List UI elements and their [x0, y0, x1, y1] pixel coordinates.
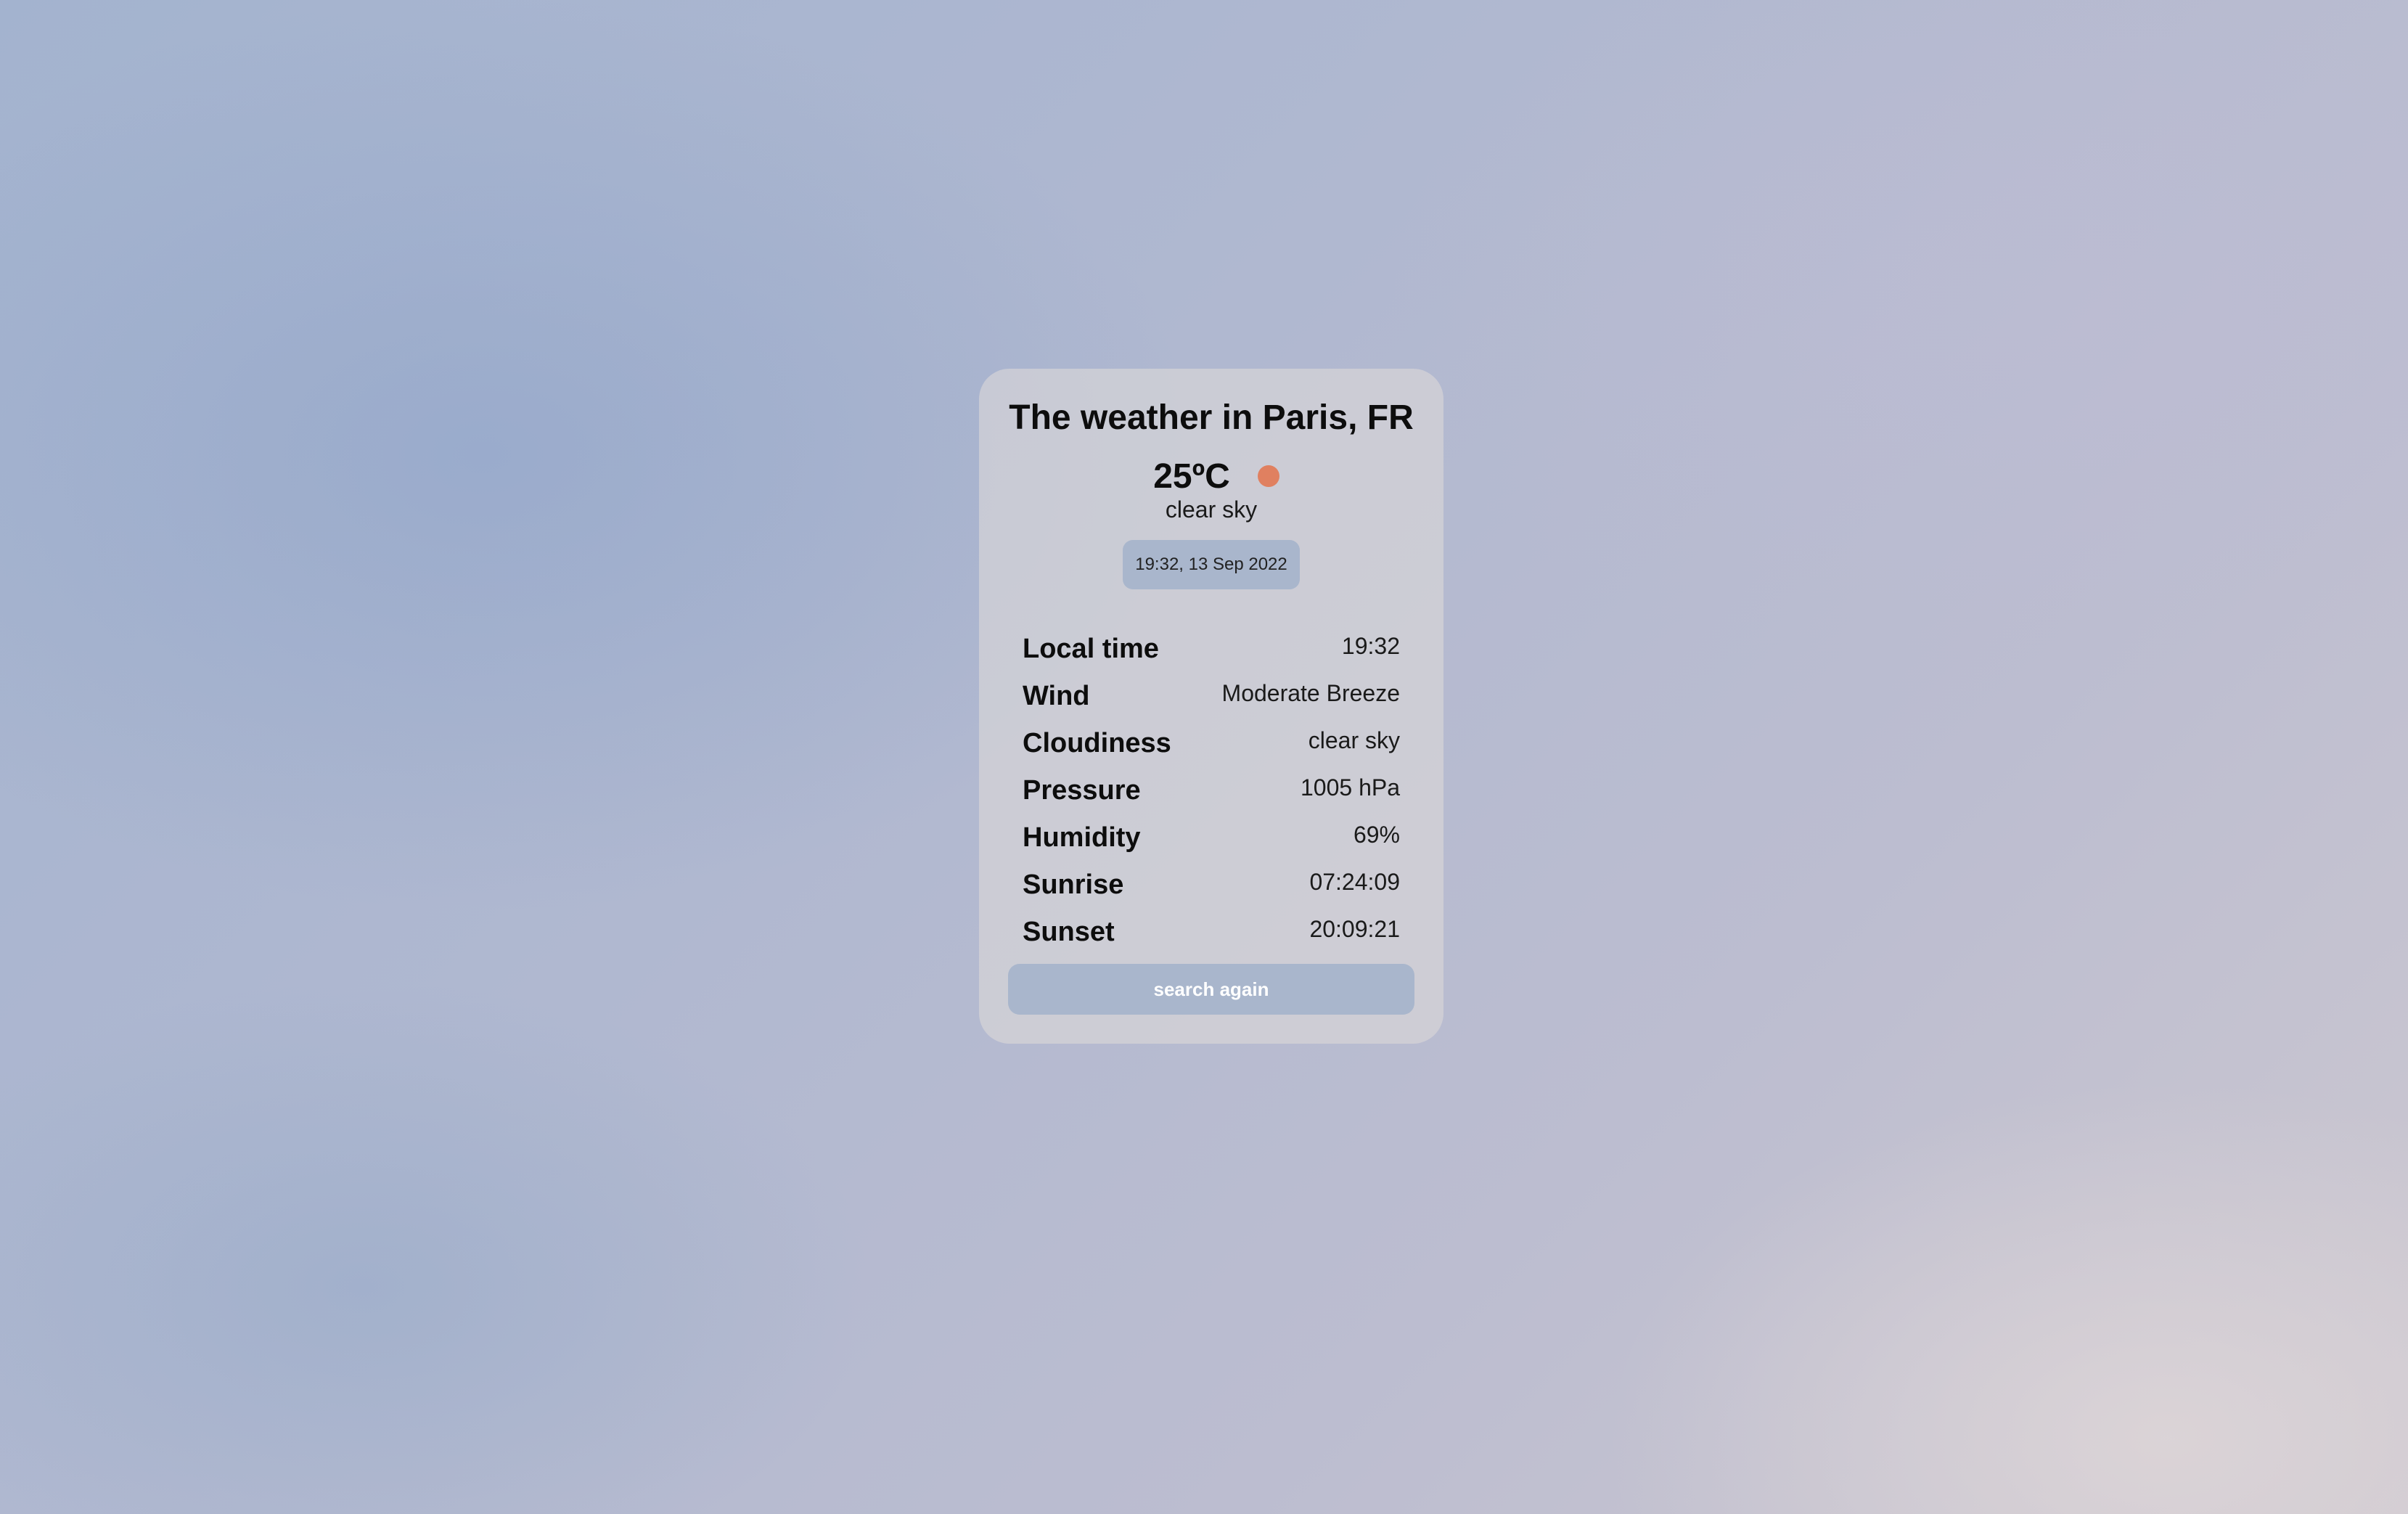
detail-label: Sunrise: [1023, 869, 1124, 900]
detail-value: 1005 hPa: [1300, 774, 1400, 801]
detail-label: Humidity: [1023, 822, 1141, 853]
temperature-value: 25ºC: [1153, 457, 1230, 496]
detail-value: 19:32: [1341, 633, 1400, 659]
detail-row-sunrise: Sunrise 07:24:09: [1023, 862, 1400, 909]
detail-value: 07:24:09: [1309, 869, 1400, 895]
detail-row-cloudiness: Cloudiness clear sky: [1023, 720, 1400, 767]
detail-label: Pressure: [1023, 775, 1141, 806]
detail-label: Cloudiness: [1023, 728, 1171, 758]
detail-row-wind: Wind Moderate Breeze: [1023, 673, 1400, 720]
detail-row-pressure: Pressure 1005 hPa: [1023, 767, 1400, 814]
detail-label: Wind: [1023, 681, 1090, 711]
search-again-button[interactable]: search again: [1008, 964, 1414, 1015]
weather-description: clear sky: [1165, 496, 1258, 523]
detail-label: Local time: [1023, 634, 1159, 664]
detail-value: 69%: [1353, 822, 1400, 848]
sun-icon: [1257, 465, 1279, 487]
detail-row-local-time: Local time 19:32: [1023, 626, 1400, 673]
datetime-badge: 19:32, 13 Sep 2022: [1123, 540, 1300, 589]
weather-card: The weather in Paris, FR 25ºC clear sky …: [979, 369, 1443, 1044]
detail-row-humidity: Humidity 69%: [1023, 814, 1400, 862]
detail-value: Moderate Breeze: [1221, 680, 1400, 706]
detail-value: 20:09:21: [1309, 916, 1400, 942]
detail-value: clear sky: [1308, 727, 1400, 753]
weather-details: Local time 19:32 Wind Moderate Breeze Cl…: [1023, 626, 1400, 956]
temperature-row: 25ºC: [979, 454, 1443, 498]
detail-row-sunset: Sunset 20:09:21: [1023, 909, 1400, 956]
detail-label: Sunset: [1023, 917, 1115, 947]
weather-title: The weather in Paris, FR: [1009, 398, 1414, 437]
